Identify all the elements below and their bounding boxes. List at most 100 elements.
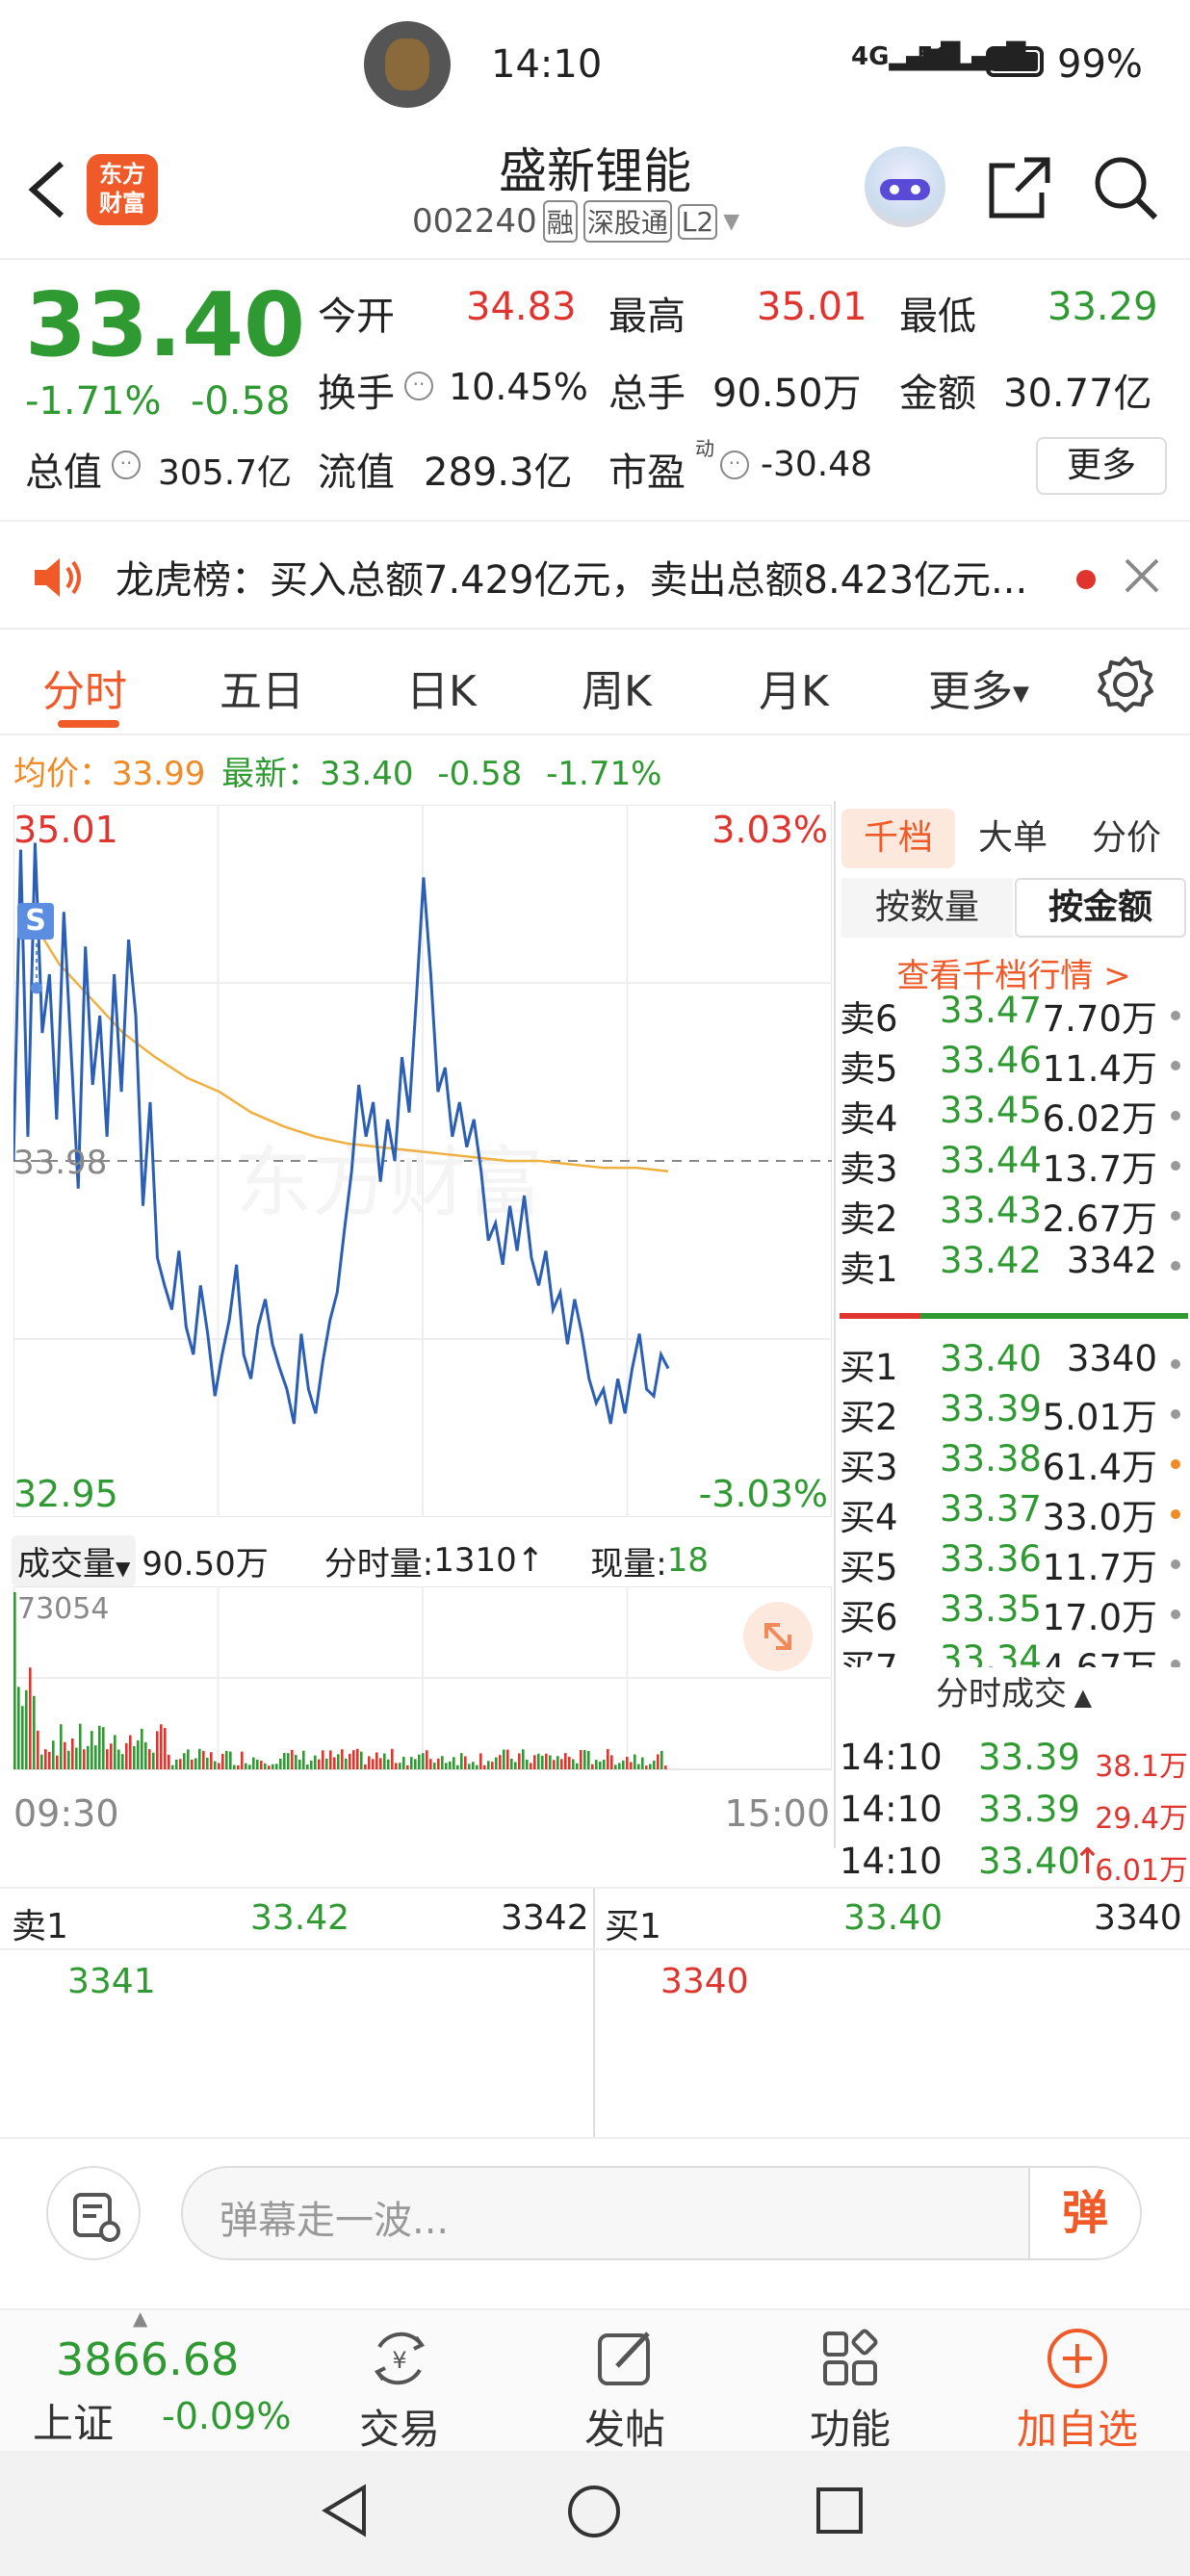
volume-bar — [522, 1749, 525, 1769]
price-chart-svg[interactable]: 东方财富 — [13, 805, 832, 1517]
share-icon[interactable] — [986, 154, 1053, 225]
volume-bar — [87, 1745, 90, 1769]
stock-code-row[interactable]: 002240 融 深股通 L2 ▼ — [412, 200, 739, 243]
volume-bar — [587, 1750, 590, 1769]
back-triangle-icon[interactable] — [320, 2484, 370, 2541]
volume-selector[interactable]: 成交量▼ — [12, 1534, 137, 1586]
volume-bar — [144, 1741, 147, 1769]
info-icon[interactable]: ·· — [404, 372, 433, 400]
volume-bar — [29, 1667, 32, 1769]
volume-bar — [395, 1763, 398, 1769]
volume-bar — [310, 1760, 313, 1769]
volume-bar — [21, 1706, 24, 1769]
expand-icon[interactable] — [743, 1602, 813, 1671]
volume-bar — [306, 1765, 309, 1769]
volume-bar — [117, 1749, 120, 1769]
close-icon[interactable] — [1121, 554, 1163, 601]
ask-row[interactable]: 卖1 33.42 3342 — [836, 1240, 1190, 1290]
tab-intraday[interactable]: 分时 — [42, 657, 127, 718]
bid-row[interactable]: 买7 33.344.67万 — [836, 1638, 1190, 1667]
book-tab-big-order[interactable]: 大单 — [978, 809, 1048, 868]
bid-row[interactable]: 买3 33.38 61.4万 — [836, 1438, 1190, 1488]
volume-bar — [580, 1749, 582, 1769]
danmaku-settings-icon[interactable] — [46, 2166, 141, 2260]
sub-tab-by-qty[interactable]: 按数量 — [841, 878, 1013, 938]
ask-row[interactable]: 卖2 33.43 2.67万 — [836, 1190, 1190, 1240]
sub-tab-by-amount[interactable]: 按金额 — [1015, 878, 1186, 938]
volume-bar — [218, 1763, 220, 1769]
avatar[interactable] — [364, 21, 451, 108]
search-icon[interactable] — [1092, 154, 1161, 227]
info-icon[interactable]: ·· — [720, 451, 749, 479]
notice-text: 龙虎榜：买入总额7.429亿元，卖出总额8.423亿元... — [116, 558, 1028, 603]
volume-bar — [233, 1765, 236, 1769]
volume-bar — [453, 1757, 455, 1769]
ask-row[interactable]: 卖6 33.47 7.70万 — [836, 990, 1190, 1040]
turnover-label: 换手 — [318, 372, 395, 416]
more-button[interactable]: 更多 — [1036, 437, 1167, 495]
volume-bar — [499, 1755, 502, 1769]
ask-label: 卖5 — [840, 1048, 898, 1090]
nav-add-watchlist[interactable]: 加自选 — [1005, 2326, 1150, 2456]
ask-row[interactable]: 卖5 33.46 11.4万 — [836, 1040, 1190, 1090]
volume-bar — [545, 1753, 548, 1769]
bid-row[interactable]: 买5 33.36 11.7万 — [836, 1538, 1190, 1588]
volume-bar — [375, 1752, 378, 1769]
float-value: 289.3亿 — [424, 451, 573, 495]
intraday-chart[interactable]: 东方财富 35.01 3.03% 33.98 32.95 -3.03% S 成交… — [0, 735, 834, 1848]
send-danmaku-button[interactable]: 弹 — [1028, 2168, 1140, 2258]
ask-volume: 11.4万 — [1042, 1048, 1157, 1090]
volume-bar — [345, 1758, 348, 1769]
bid-label: 买1 — [840, 1347, 898, 1388]
robot-assistant-icon[interactable] — [865, 146, 945, 227]
trades-title-row[interactable]: 分时成交 ▲ — [836, 1667, 1190, 1714]
bid-row[interactable]: 买4 33.37 33.0万 — [836, 1488, 1190, 1538]
bid-row[interactable]: 买1 33.40 3340 — [836, 1338, 1190, 1388]
sell-marker-badge[interactable]: S — [17, 903, 54, 940]
home-circle-icon[interactable] — [566, 2484, 622, 2543]
index-value: 3866.68 — [56, 2333, 240, 2385]
recents-square-icon[interactable] — [815, 2486, 865, 2539]
index-ticker[interactable]: ▲ 3866.68 上证 -0.09% — [19, 2306, 298, 2453]
nav-post[interactable]: 发帖 — [553, 2326, 697, 2456]
settings-gear-icon[interactable] — [1096, 655, 1155, 718]
tab-five-day[interactable]: 五日 — [220, 657, 304, 718]
bid-volume: 17.0万 — [1042, 1597, 1157, 1638]
volume-bar — [637, 1764, 640, 1769]
bid-row[interactable]: 买2 33.39 5.01万 — [836, 1388, 1190, 1438]
book-tab-price-dist[interactable]: 分价 — [1092, 809, 1161, 868]
bid-label: 买6 — [840, 1597, 898, 1638]
tab-more[interactable]: 更多▼ — [928, 657, 1029, 718]
volume-bar — [653, 1760, 656, 1769]
tick-vol-value: 1310 — [433, 1541, 517, 1580]
volume-bar — [168, 1754, 170, 1769]
sell-marker-dot — [31, 982, 42, 994]
volume-bar — [229, 1751, 232, 1769]
danmaku-input[interactable]: 弹幕走一波... 弹 — [181, 2166, 1142, 2260]
volume-bar — [237, 1765, 240, 1769]
volume-chart-svg[interactable] — [13, 1586, 832, 1789]
volume-bar — [252, 1757, 255, 1769]
nav-trade[interactable]: ¥ 交易 — [327, 2326, 472, 2456]
book-tab-depth[interactable]: 千档 — [841, 809, 955, 868]
ask-row[interactable]: 卖3 33.44 13.7万 — [836, 1140, 1190, 1190]
dot-icon — [1171, 1011, 1180, 1020]
volume-bar — [503, 1749, 505, 1769]
dot-icon — [1171, 1061, 1180, 1070]
bid-price: 33.39 — [940, 1388, 1042, 1430]
bid-price: 33.40 — [940, 1338, 1042, 1379]
turnover-value: 10.45% — [449, 366, 588, 408]
volume-bar — [175, 1759, 178, 1769]
tab-daily-k[interactable]: 日K — [406, 657, 477, 718]
index-pct: -0.09% — [162, 2395, 292, 2437]
bid-row[interactable]: 买6 33.35 17.0万 — [836, 1588, 1190, 1638]
volume-bar — [302, 1750, 305, 1769]
ask-row[interactable]: 卖4 33.45 6.02万 — [836, 1090, 1190, 1140]
notice-bar[interactable]: 龙虎榜：买入总额7.429亿元，卖出总额8.423亿元... — [0, 522, 1190, 630]
info-icon[interactable]: ·· — [112, 451, 141, 479]
nav-functions[interactable]: 功能 — [778, 2326, 922, 2456]
volume-bar — [568, 1756, 571, 1769]
ask-price: 33.44 — [940, 1140, 1042, 1181]
tab-monthly-k[interactable]: 月K — [759, 657, 829, 718]
tab-weekly-k[interactable]: 周K — [582, 657, 652, 718]
